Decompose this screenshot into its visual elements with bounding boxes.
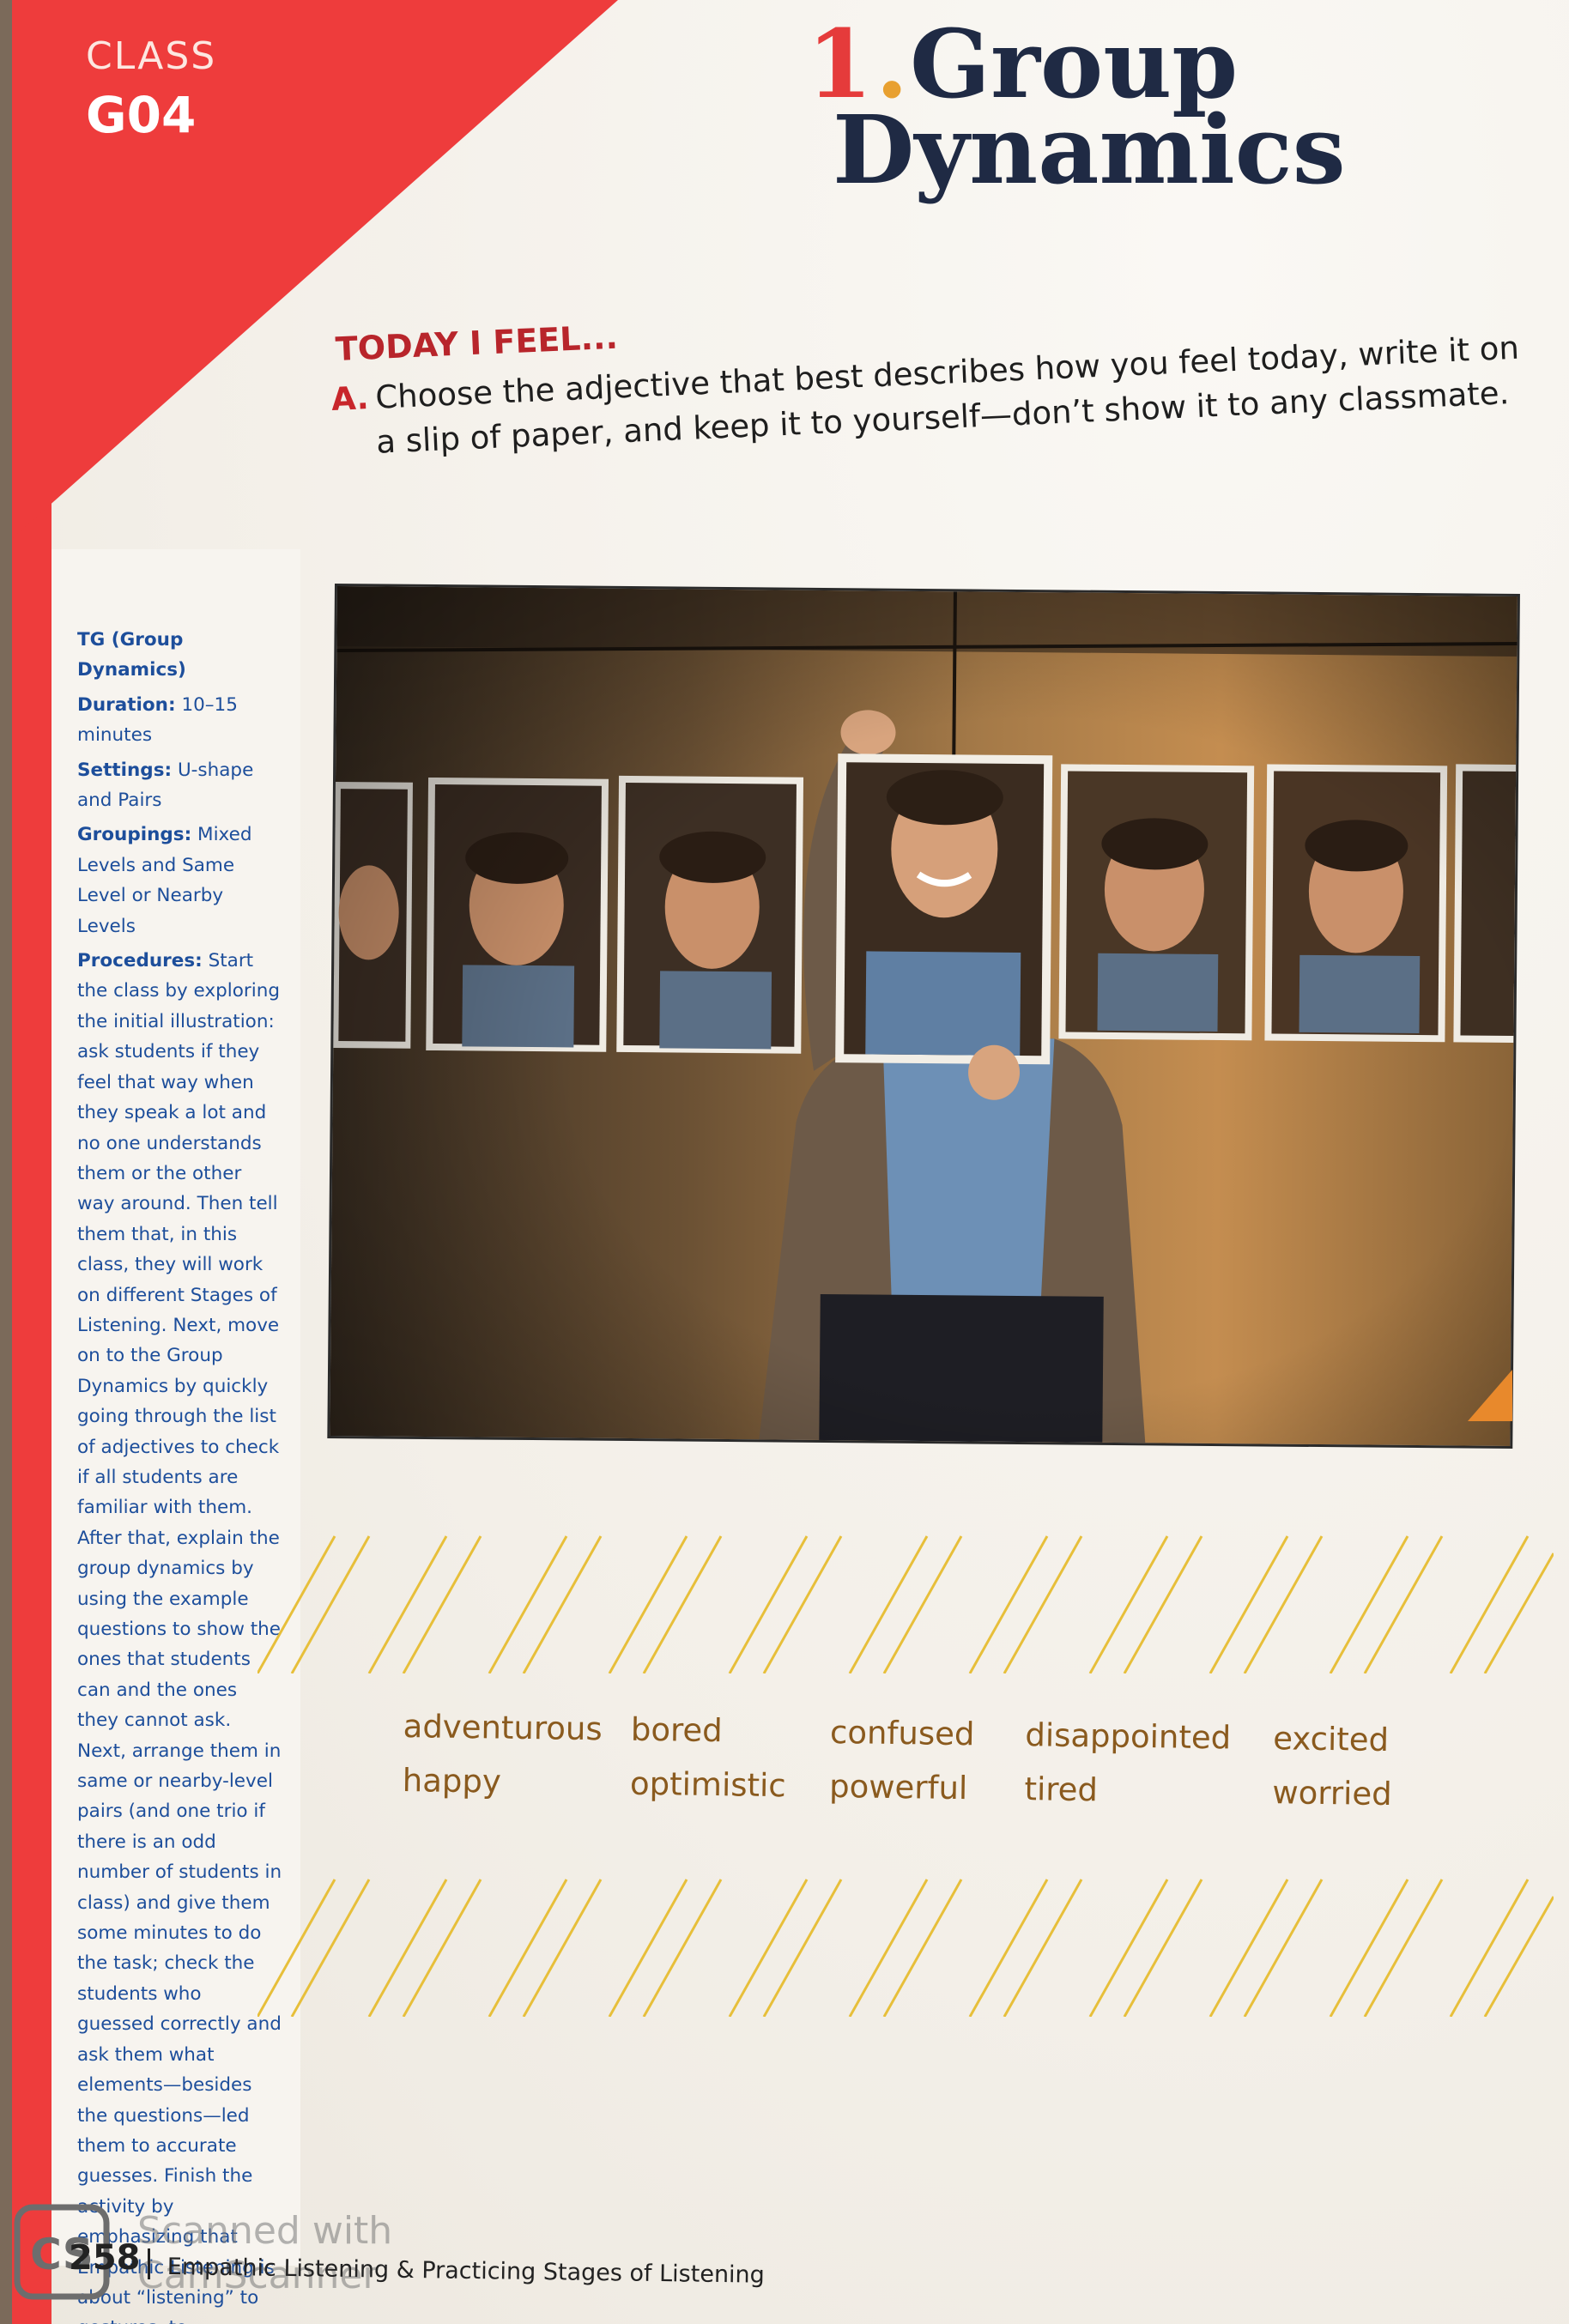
adjective-item: powerful	[828, 1767, 968, 1807]
adjective-item: excited	[1273, 1720, 1390, 1759]
adjective-item: worried	[1272, 1774, 1392, 1813]
red-corner-banner	[0, 0, 618, 549]
adjective-row-1: adventurous bored confused disappointed …	[403, 1708, 1484, 1760]
page-number: 258	[69, 2238, 141, 2278]
groupings-key: Groupings:	[77, 824, 192, 846]
adjective-item: optimistic	[629, 1764, 786, 1805]
adjective-item: tired	[1024, 1770, 1099, 1809]
class-code: G04	[86, 86, 197, 144]
textbook-page: CLASS G04 1 . Group Dynamics TODAY I FEE…	[0, 0, 1569, 2324]
title-line-2: Dynamics	[833, 94, 1346, 205]
adjective-list: adventurous bored confused disappointed …	[402, 1708, 1485, 1831]
adjective-item: bored	[630, 1710, 724, 1750]
class-label: CLASS	[86, 34, 217, 78]
hatch-decoration-bottom	[257, 1879, 1554, 2017]
section-heading: TODAY I FEEL...	[335, 318, 619, 368]
adjective-row-2: happy optimistic powerful tired worried	[403, 1762, 1484, 1814]
duration-key: Duration:	[77, 693, 176, 716]
hatch-decoration-top	[257, 1535, 1554, 1673]
footer-divider	[148, 2248, 150, 2279]
sidebar-title: TG (Group Dynamics)	[77, 629, 186, 681]
adjective-item: disappointed	[1025, 1716, 1232, 1757]
adjective-item: confused	[829, 1713, 975, 1753]
photo-illustration	[330, 586, 1518, 1446]
procedures-key: Procedures:	[77, 950, 203, 972]
settings-key: Settings:	[77, 759, 173, 781]
teacher-guide-sidebar: TG (Group Dynamics) Duration: 10–15 minu…	[77, 625, 283, 2324]
procedures-value: Start the class by exploring the initial…	[77, 950, 282, 2324]
watermark-line-1: Scanned with	[137, 2209, 393, 2253]
instruction-letter: A.	[330, 379, 370, 418]
photo-man-holding-portrait	[327, 584, 1520, 1449]
page-edge	[0, 0, 12, 2324]
adjective-item: happy	[402, 1761, 502, 1800]
adjective-item: adventurous	[403, 1708, 603, 1748]
